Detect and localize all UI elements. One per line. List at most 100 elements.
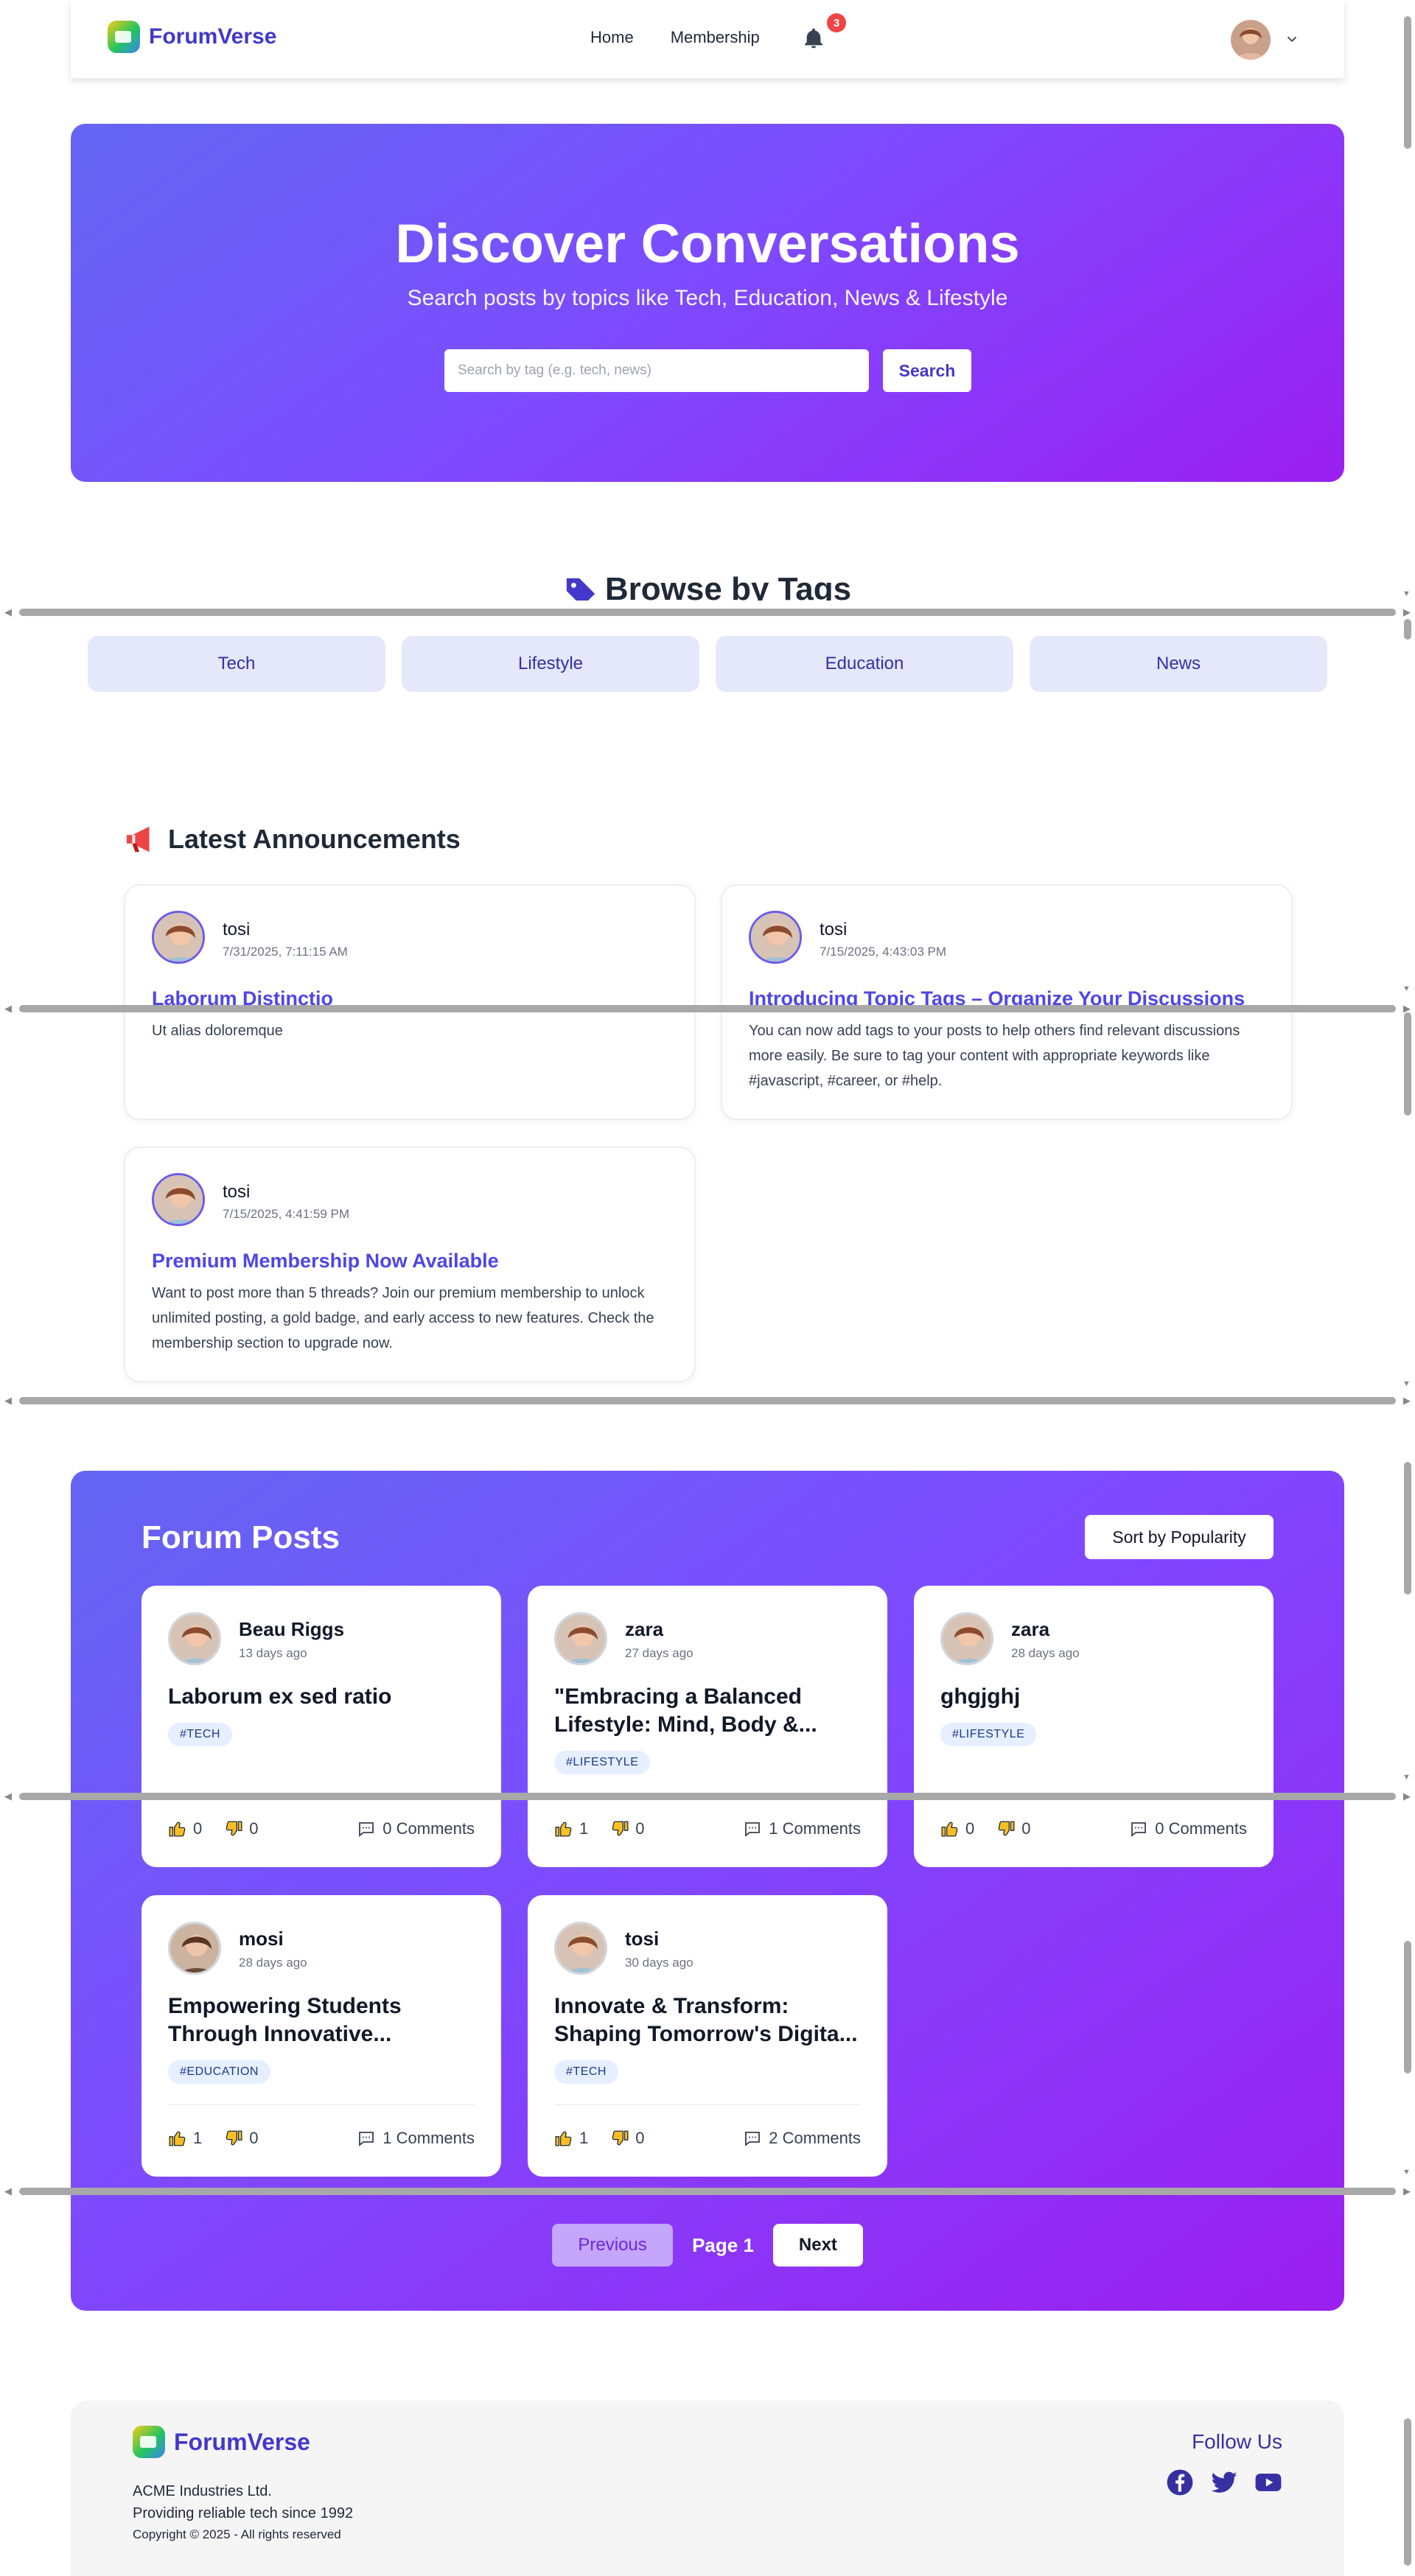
scroll-left-arrow-icon[interactable]: ◀ — [4, 2185, 12, 2197]
vertical-scrollbar[interactable]: ▼ — [1400, 0, 1415, 598]
scroll-down-arrow-icon[interactable]: ▼ — [1402, 984, 1411, 993]
scrollbar-thumb[interactable] — [19, 2188, 1396, 2195]
browse-tags-heading: Browse by Tags — [0, 571, 1415, 601]
post-author: mosi — [239, 1928, 284, 1950]
post-card[interactable]: mosi 28 days ago Empowering Students Thr… — [142, 1895, 501, 2177]
nav-membership-link[interactable]: Membership — [671, 28, 760, 47]
post-tag[interactable]: #LIFESTYLE — [940, 1723, 1037, 1746]
footer-brand[interactable]: ForumVerse — [133, 2426, 310, 2458]
nav-home-link[interactable]: Home — [590, 28, 634, 47]
comments-link[interactable]: 0 Comments — [1130, 1819, 1247, 1838]
vertical-scrollbar[interactable]: ▼ — [1400, 1399, 1415, 1782]
horizontal-scrollbar[interactable]: ◀ ▶ — [0, 2183, 1415, 2197]
comments-link[interactable]: 1 Comments — [744, 1819, 861, 1838]
post-tag[interactable]: #TECH — [168, 1723, 232, 1746]
comments-link[interactable]: 0 Comments — [357, 1819, 475, 1838]
post-tag[interactable]: #EDUCATION — [168, 2060, 270, 2084]
user-avatar[interactable] — [1231, 20, 1271, 60]
scrollbar-thumb[interactable] — [19, 1793, 1396, 1800]
footer-company: ACME Industries Ltd. — [133, 2483, 272, 2499]
bell-icon[interactable] — [802, 27, 825, 50]
announcement-card[interactable]: tosi 7/15/2025, 4:41:59 PM Premium Membe… — [124, 1147, 696, 1382]
sort-by-popularity-button[interactable]: Sort by Popularity — [1085, 1515, 1274, 1559]
previous-page-button[interactable]: Previous — [552, 2224, 674, 2267]
announcement-body: You can now add tags to your posts to he… — [749, 1023, 1240, 1089]
vertical-scrollbar[interactable]: ▼ — [1400, 610, 1415, 993]
post-card[interactable]: tosi 30 days ago Innovate & Transform: S… — [528, 1895, 887, 2177]
post-title[interactable]: Empowering Students Through Innovative..… — [168, 1992, 475, 2048]
dislike-button[interactable]: 0 — [224, 1819, 259, 1838]
youtube-icon[interactable] — [1254, 2468, 1282, 2496]
announcement-title[interactable]: Premium Membership Now Available — [152, 1250, 499, 1273]
post-footer: 0 0 0 Comments — [168, 1816, 475, 1842]
post-title[interactable]: Laborum ex sed ratio — [168, 1683, 475, 1711]
comments-link[interactable]: 1 Comments — [357, 2129, 475, 2148]
comments-link[interactable]: 2 Comments — [744, 2129, 861, 2148]
tag-lifestyle-button[interactable]: Lifestyle — [402, 636, 699, 692]
like-count: 1 — [193, 2129, 203, 2147]
scroll-left-arrow-icon[interactable]: ◀ — [4, 1395, 12, 1407]
scrollbar-thumb[interactable] — [1404, 1941, 1411, 2073]
vertical-scrollbar[interactable] — [1400, 2190, 1415, 2576]
next-page-button[interactable]: Next — [772, 2224, 863, 2267]
scrollbar-thumb[interactable] — [1404, 1012, 1411, 1116]
scroll-left-arrow-icon[interactable]: ◀ — [4, 606, 12, 618]
search-button[interactable]: Search — [883, 349, 971, 392]
brand[interactable]: ForumVerse — [108, 21, 276, 53]
comment-count: 2 Comments — [769, 2129, 861, 2147]
tag-education-button[interactable]: Education — [716, 636, 1013, 692]
like-button[interactable]: 1 — [554, 1819, 588, 1838]
author-avatar — [940, 1612, 993, 1665]
tag-news-button[interactable]: News — [1030, 636, 1327, 692]
scrollbar-thumb[interactable] — [1404, 619, 1411, 640]
post-title[interactable]: ghgjghj — [940, 1683, 1247, 1711]
dislike-button[interactable]: 0 — [610, 1819, 645, 1838]
dislike-button[interactable]: 0 — [996, 1819, 1031, 1838]
vertical-scrollbar[interactable]: ▼ — [1400, 1007, 1415, 1388]
scrollbar-thumb[interactable] — [1404, 1462, 1411, 1595]
horizontal-scrollbar[interactable]: ◀ ▶ — [0, 603, 1415, 618]
scrollbar-thumb[interactable] — [19, 1005, 1396, 1012]
scrollbar-thumb[interactable] — [19, 1397, 1396, 1404]
post-title[interactable]: Innovate & Transform: Shaping Tomorrow's… — [554, 1992, 861, 2048]
like-button[interactable]: 0 — [168, 1819, 202, 1838]
dislike-button[interactable]: 0 — [610, 2129, 645, 2148]
scrollbar-thumb[interactable] — [1404, 16, 1411, 149]
scroll-down-arrow-icon[interactable]: ▼ — [1402, 589, 1411, 598]
scroll-down-arrow-icon[interactable]: ▼ — [1402, 2168, 1411, 2177]
dislike-count: 0 — [249, 1819, 259, 1838]
divider — [168, 2104, 475, 2105]
horizontal-scrollbar[interactable]: ◀ ▶ — [0, 1000, 1415, 1015]
post-card[interactable]: zara 27 days ago "Embracing a Balanced L… — [528, 1586, 887, 1867]
twitter-icon[interactable] — [1210, 2468, 1238, 2496]
scrollbar-thumb[interactable] — [1404, 2418, 1411, 2566]
thumbs-up-icon — [941, 1821, 958, 1837]
announcement-author: tosi — [223, 1182, 251, 1202]
announcement-date: 7/15/2025, 4:43:03 PM — [820, 945, 947, 959]
facebook-icon[interactable] — [1166, 2468, 1194, 2496]
chevron-down-icon[interactable] — [1284, 31, 1300, 47]
post-title[interactable]: "Embracing a Balanced Lifestyle: Mind, B… — [554, 1683, 861, 1739]
horizontal-scrollbar[interactable]: ◀ ▶ — [0, 1392, 1415, 1407]
post-card[interactable]: Beau Riggs 13 days ago Laborum ex sed ra… — [142, 1586, 501, 1867]
post-tag[interactable]: #TECH — [554, 2060, 618, 2084]
like-button[interactable]: 0 — [940, 1819, 974, 1838]
like-button[interactable]: 1 — [168, 2129, 202, 2148]
announcement-body: Want to post more than 5 threads? Join o… — [152, 1285, 654, 1351]
author-avatar — [554, 1922, 607, 1975]
post-card[interactable]: zara 28 days ago ghgjghj #LIFESTYLE 0 0 … — [914, 1586, 1274, 1867]
scroll-left-arrow-icon[interactable]: ◀ — [4, 1003, 12, 1015]
thumbs-up-icon — [169, 1821, 186, 1837]
like-button[interactable]: 1 — [554, 2129, 588, 2148]
dislike-button[interactable]: 0 — [224, 2129, 259, 2148]
vertical-scrollbar[interactable]: ▼ — [1400, 1793, 1415, 2177]
scrollbar-thumb[interactable] — [19, 609, 1396, 616]
horizontal-scrollbar[interactable]: ◀ ▶ — [0, 1788, 1415, 1802]
tag-search-input[interactable] — [444, 349, 869, 392]
footer-copyright: Copyright © 2025 - All rights reserved — [133, 2527, 341, 2541]
scroll-left-arrow-icon[interactable]: ◀ — [4, 1791, 12, 1802]
scroll-down-arrow-icon[interactable]: ▼ — [1402, 1379, 1411, 1388]
post-tag[interactable]: #LIFESTYLE — [554, 1751, 651, 1774]
scroll-down-arrow-icon[interactable]: ▼ — [1402, 1773, 1411, 1782]
tag-tech-button[interactable]: Tech — [88, 636, 385, 692]
